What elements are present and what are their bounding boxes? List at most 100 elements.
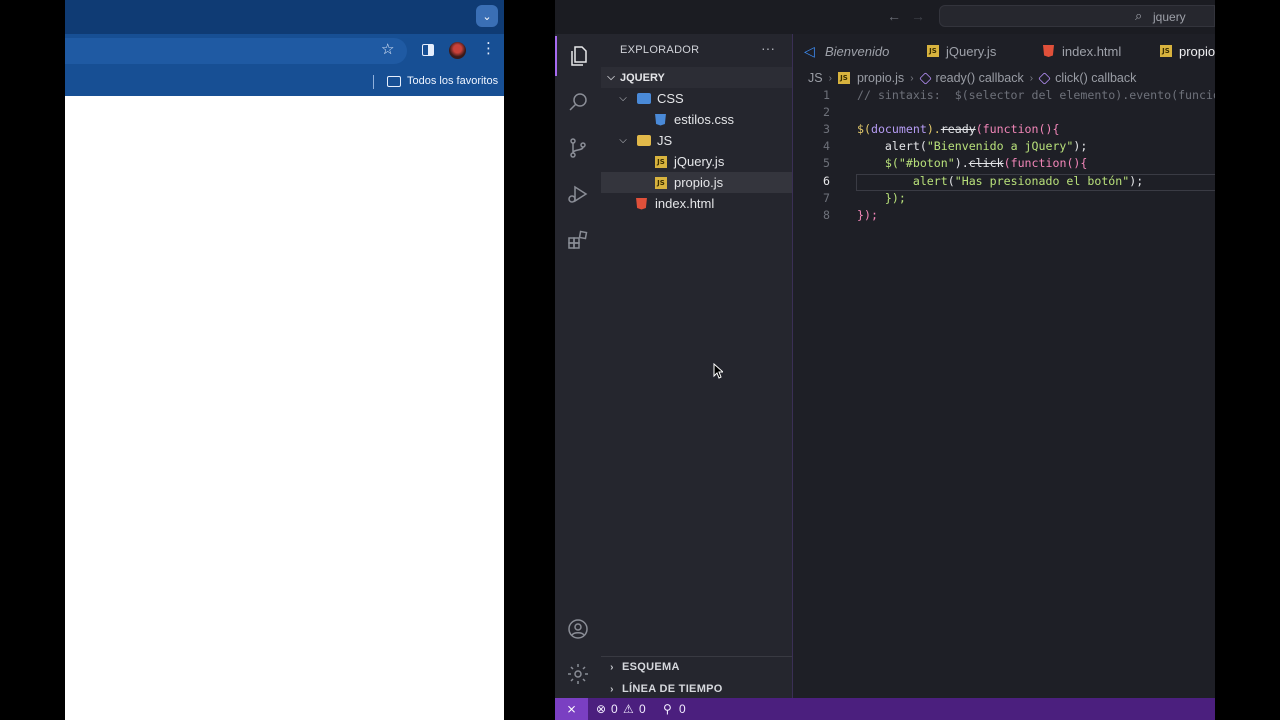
extensions-icon[interactable] xyxy=(555,220,601,260)
tab-search-button[interactable]: ⌄ xyxy=(476,5,498,27)
chevron-right-icon: › xyxy=(910,72,914,84)
line-number: 5 xyxy=(823,156,830,170)
code-line-6: alert("Has presionado el botón"); xyxy=(857,174,1143,191)
account-icon[interactable] xyxy=(555,609,601,649)
search-view-icon[interactable] xyxy=(555,82,601,122)
symbol-method-icon xyxy=(1038,71,1051,85)
code-editor[interactable]: 1 2 3 4 5 6 7 8 // sintaxis: $(selector … xyxy=(794,88,1215,698)
code-token: ( xyxy=(1003,156,1011,170)
editor-tabs: ◁ Bienvenido JS jQuery.js index.html JS … xyxy=(794,34,1215,68)
run-debug-icon[interactable] xyxy=(555,174,601,214)
settings-gear-icon[interactable] xyxy=(555,654,601,694)
explorer-sidebar: EXPLORADOR ··· ⌵ JQUERY ⌵ CSS estilos.cs… xyxy=(601,34,793,698)
tree-item-jquery-js[interactable]: JS jQuery.js xyxy=(601,151,792,172)
js-file-icon: JS xyxy=(655,176,667,189)
remote-indicator-icon[interactable]: ⨯ xyxy=(555,698,588,720)
all-bookmarks-button[interactable]: Todos los favoritos xyxy=(407,75,498,87)
profile-avatar[interactable] xyxy=(449,42,466,59)
js-file-icon: JS xyxy=(1160,45,1172,57)
chevron-down-icon: ⌵ xyxy=(619,93,627,104)
line-number: 4 xyxy=(823,139,830,153)
tree-item-css-folder[interactable]: ⌵ CSS xyxy=(601,88,792,109)
js-file-icon: JS xyxy=(655,155,667,168)
tree-item-label: jQuery.js xyxy=(674,154,725,169)
error-icon[interactable]: ⊗ xyxy=(596,702,606,716)
js-file-icon: JS xyxy=(927,45,939,57)
line-number-current: 6 xyxy=(823,174,830,188)
bookmarks-divider xyxy=(373,75,374,89)
forward-arrow-icon[interactable]: → xyxy=(911,8,925,24)
tab-index-html[interactable]: index.html xyxy=(1043,34,1121,68)
code-token: ( xyxy=(947,174,955,188)
browser-toolbar: ☆ ⋮ xyxy=(65,34,504,68)
code-token: "Has presionado el botón" xyxy=(954,174,1130,188)
code-line-7: }); xyxy=(857,191,906,205)
code-token: ( xyxy=(919,139,927,153)
code-line-8: }); xyxy=(857,208,878,222)
browser-page-content xyxy=(65,96,504,720)
tab-propio-js[interactable]: JS propio xyxy=(1160,34,1215,68)
source-control-icon[interactable] xyxy=(555,128,601,168)
ports-icon[interactable]: ⚲ xyxy=(663,702,672,716)
timeline-section[interactable]: › LÍNEA DE TIEMPO xyxy=(601,678,792,700)
breadcrumb-file[interactable]: propio.js xyxy=(857,71,904,85)
line-number: 3 xyxy=(823,122,830,136)
activity-bar xyxy=(555,34,601,698)
folder-icon xyxy=(637,135,651,146)
tab-label: jQuery.js xyxy=(946,43,997,59)
error-count[interactable]: 0 xyxy=(611,702,618,716)
warning-count[interactable]: 0 xyxy=(639,702,646,716)
code-token: $( xyxy=(857,156,899,170)
code-line-5: $("#boton").click(function(){ xyxy=(857,156,1087,173)
mouse-cursor-icon xyxy=(713,363,723,379)
line-number: 1 xyxy=(823,88,830,102)
back-arrow-icon[interactable]: ← xyxy=(887,8,901,24)
folder-icon xyxy=(387,76,401,87)
warning-icon[interactable]: ⚠ xyxy=(623,702,634,716)
code-token: alert xyxy=(884,139,920,153)
breadcrumb-symbol-click[interactable]: click() callback xyxy=(1055,71,1136,85)
code-token: ready xyxy=(940,122,976,136)
tab-jquery-js[interactable]: JS jQuery.js xyxy=(927,34,996,68)
folder-icon xyxy=(637,93,651,104)
tree-item-propio-js[interactable]: JS propio.js xyxy=(601,172,792,193)
code-token: (){ xyxy=(1038,122,1060,136)
browser-menu-icon[interactable]: ⋮ xyxy=(481,40,496,58)
tree-item-estilos-css[interactable]: estilos.css xyxy=(601,109,792,130)
breadcrumb-symbol-ready[interactable]: ready() callback xyxy=(936,71,1024,85)
tab-label: index.html xyxy=(1062,43,1122,59)
search-icon: ⌕ xyxy=(1135,8,1143,23)
breadcrumb-folder[interactable]: JS xyxy=(808,71,823,85)
tree-item-js-folder[interactable]: ⌵ JS xyxy=(601,130,792,151)
ports-count[interactable]: 0 xyxy=(679,702,686,716)
root-folder-label: JQUERY xyxy=(620,71,665,84)
code-token: (){ xyxy=(1066,156,1088,170)
code-line-1: // sintaxis: $(selector del elemento).ev… xyxy=(857,88,1215,102)
code-token: alert xyxy=(912,174,948,188)
bookmark-star-icon[interactable]: ☆ xyxy=(381,40,394,58)
address-bar[interactable] xyxy=(65,38,407,64)
chevron-right-icon: › xyxy=(610,683,614,695)
chevron-down-icon: ⌵ xyxy=(619,135,627,146)
tab-bienvenido[interactable]: ◁ Bienvenido xyxy=(804,34,889,68)
code-token: document xyxy=(870,122,927,136)
more-actions-icon[interactable]: ··· xyxy=(761,40,775,56)
code-token: function xyxy=(982,122,1039,136)
chevron-right-icon: › xyxy=(1029,72,1034,84)
tree-item-label: CSS xyxy=(657,91,684,106)
root-folder[interactable]: ⌵ JQUERY xyxy=(601,67,792,88)
code-token: "#boton" xyxy=(898,156,955,170)
command-center-search[interactable]: ⌕ jquery xyxy=(939,5,1215,27)
explorer-title: EXPLORADOR xyxy=(620,44,700,56)
status-bar: ⨯ ⊗ 0 ⚠ 0 ⚲ 0 xyxy=(555,698,1215,720)
vscode-icon: ◁ xyxy=(804,43,815,59)
outline-section[interactable]: › ESQUEMA xyxy=(601,656,792,678)
tree-item-index-html[interactable]: index.html xyxy=(601,193,792,214)
side-panel-icon[interactable] xyxy=(422,44,434,56)
search-text: jquery xyxy=(1153,10,1186,24)
code-token: $( xyxy=(857,122,871,136)
tree-item-label: JS xyxy=(657,133,673,148)
explorer-icon[interactable] xyxy=(555,36,601,76)
